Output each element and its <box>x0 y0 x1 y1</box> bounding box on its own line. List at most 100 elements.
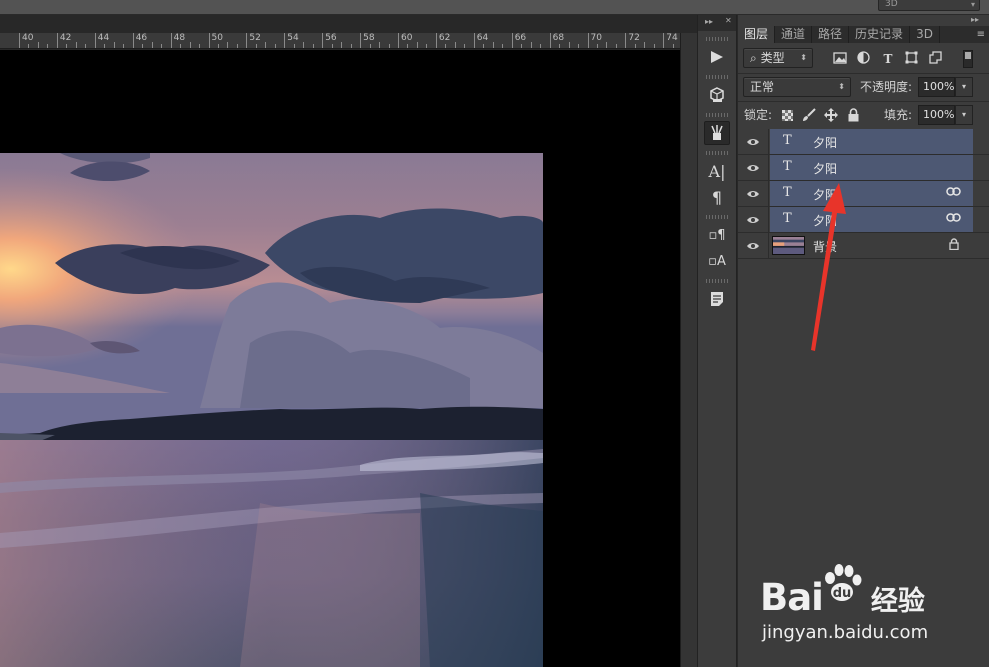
ruler-tick-mark <box>606 42 608 48</box>
ruler-tick-label: 42 <box>59 33 72 43</box>
shape-filter-icon[interactable] <box>905 51 918 64</box>
dock-grip[interactable] <box>706 215 728 219</box>
ruler-tick-mark <box>672 44 674 48</box>
layer-name[interactable]: 夕阳 <box>813 212 837 229</box>
paragraph-panel-button[interactable]: ¶ <box>704 185 730 209</box>
adjustment-filter-icon[interactable] <box>857 51 870 64</box>
eye-icon <box>747 138 759 145</box>
layer-filter-row: ⌕ 类型 ⬍ T <box>738 46 989 72</box>
fill-label: 填充: <box>884 108 913 122</box>
visibility-toggle[interactable] <box>738 207 769 232</box>
dock-grip[interactable] <box>706 279 728 283</box>
fill-input[interactable]: 100% <box>918 105 955 125</box>
ruler-tick-mark <box>483 44 485 48</box>
cube-icon <box>710 87 724 102</box>
layer-thumbnail <box>772 236 805 255</box>
ruler-tick-mark <box>388 44 390 48</box>
vertical-scrollbar[interactable] <box>680 33 697 667</box>
layer-row[interactable]: T 夕阳 <box>738 181 989 207</box>
ruler-tick-mark <box>559 44 561 48</box>
ruler-tick-label: 52 <box>249 33 261 43</box>
ruler-tick-label: 62 <box>438 33 451 43</box>
opacity-slider-button[interactable]: ▾ <box>955 77 973 97</box>
lock-position-move-icon[interactable] <box>824 108 838 122</box>
ruler-tick-mark <box>189 42 191 48</box>
layer-body[interactable]: 背景 <box>770 233 973 258</box>
tab-paths[interactable]: 路径 <box>812 26 850 43</box>
layer-body[interactable]: T 夕阳 <box>770 155 973 180</box>
collapse-panel-icon[interactable]: ▸▸ <box>971 15 979 24</box>
tab-channels[interactable]: 通道 <box>775 26 813 43</box>
ruler-tick-mark <box>369 44 371 48</box>
ruler-tick-mark <box>379 42 381 48</box>
tab-layers[interactable]: 图层 <box>738 26 776 43</box>
lock-pixels-brush-icon[interactable] <box>802 108 816 122</box>
smart-object-filter-icon[interactable] <box>929 51 942 64</box>
layer-name[interactable]: 背景 <box>813 238 837 255</box>
ruler-tick-mark <box>123 44 125 48</box>
workspace-select[interactable]: 3D ▾ <box>878 0 980 11</box>
dock-grip[interactable] <box>706 113 728 117</box>
notes-panel-button[interactable] <box>704 287 730 311</box>
ruler-tick-mark <box>578 44 580 48</box>
ruler-tick-mark <box>322 33 324 48</box>
ruler-tick-mark <box>407 44 409 48</box>
layer-name[interactable]: 夕阳 <box>813 160 837 177</box>
visibility-toggle[interactable] <box>738 129 769 154</box>
dock-grip[interactable] <box>706 37 728 41</box>
layer-body[interactable]: T 夕阳 <box>770 181 973 206</box>
ruler-tick-label: 44 <box>97 33 110 43</box>
link-icon <box>946 187 961 196</box>
lock-transparent-icon[interactable] <box>782 110 793 121</box>
visibility-toggle[interactable] <box>738 155 769 180</box>
brush-icon <box>711 125 723 140</box>
visibility-toggle[interactable] <box>738 181 769 206</box>
3d-panel-button[interactable] <box>704 83 730 107</box>
layer-name[interactable]: 夕阳 <box>813 134 837 151</box>
ruler-tick-mark <box>104 44 106 48</box>
type-filter-icon[interactable]: T <box>880 51 896 67</box>
dock-grip[interactable] <box>706 151 728 155</box>
chevron-down-icon: ▾ <box>961 82 966 91</box>
ruler-tick-mark <box>208 33 210 48</box>
ruler-tick-mark <box>94 33 96 48</box>
layer-row[interactable]: T 夕阳 <box>738 155 989 181</box>
layer-row[interactable]: T 夕阳 <box>738 129 989 155</box>
paragraph-styles-button[interactable]: ▫¶ <box>704 223 730 247</box>
visibility-toggle[interactable] <box>738 233 769 258</box>
layer-row-background[interactable]: 背景 <box>738 233 989 259</box>
layer-body[interactable]: T 夕阳 <box>770 207 973 232</box>
ruler-tick-mark <box>502 44 504 48</box>
filter-kind-select[interactable]: ⌕ 类型 ⬍ <box>743 48 813 68</box>
pixel-filter-icon[interactable] <box>833 52 847 64</box>
dock-grip[interactable] <box>706 75 728 79</box>
lock-all-icon[interactable] <box>848 108 859 122</box>
layer-name[interactable]: 夕阳 <box>813 186 837 203</box>
document-canvas[interactable] <box>0 50 680 667</box>
tab-history[interactable]: 历史记录 <box>849 26 911 43</box>
play-icon <box>711 51 723 63</box>
actions-play-button[interactable] <box>704 45 730 69</box>
layer-body[interactable]: T 夕阳 <box>770 129 973 154</box>
panel-menu-icon[interactable]: ≡ <box>977 26 989 43</box>
ruler-tick-mark <box>663 33 665 48</box>
ruler-tick-mark <box>132 33 134 48</box>
ruler-tick-mark <box>274 44 276 48</box>
brush-presets-button[interactable] <box>704 121 730 145</box>
opacity-input[interactable]: 100% <box>918 77 955 97</box>
collapse-dock-icon[interactable]: ▸▸ <box>705 17 713 26</box>
character-panel-button[interactable]: A| <box>704 159 730 183</box>
ruler-tick-mark <box>142 44 144 48</box>
ruler-tick-mark <box>19 33 20 48</box>
layer-row[interactable]: T 夕阳 <box>738 207 989 233</box>
watermark-brand: Bai 经验 <box>760 576 925 619</box>
tab-3d[interactable]: 3D <box>910 26 940 43</box>
ruler-tick-mark <box>236 44 238 48</box>
ruler-tick-label: 72 <box>628 33 640 43</box>
filter-toggle-switch[interactable] <box>963 50 973 68</box>
blend-mode-select[interactable]: 正常 ⬍ <box>743 77 851 97</box>
ruler-tick-mark <box>398 33 399 48</box>
fill-slider-button[interactable]: ▾ <box>955 105 973 125</box>
character-styles-button[interactable]: ▫A <box>704 249 730 273</box>
close-icon[interactable]: ✕ <box>725 16 732 25</box>
